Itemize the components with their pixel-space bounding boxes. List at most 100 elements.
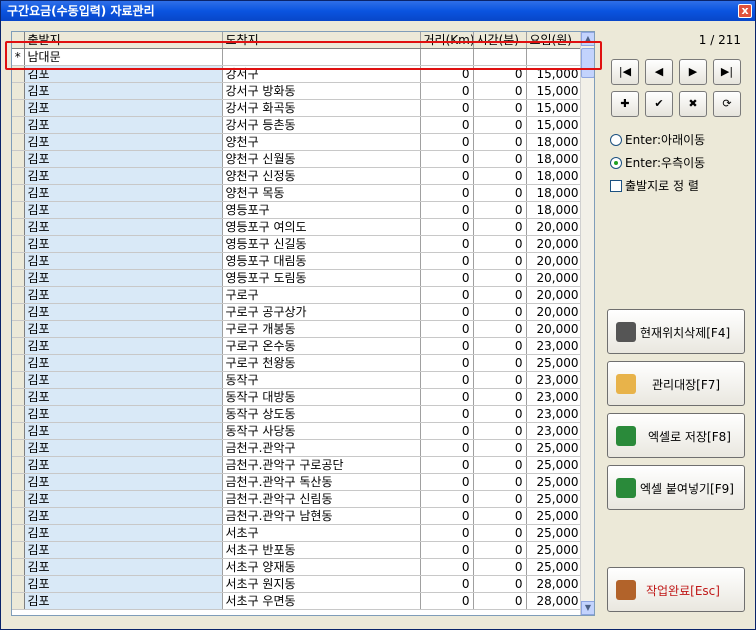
table-row[interactable]: 김포 강서구 등촌동 0 0 15,000	[12, 116, 583, 134]
row-indicator[interactable]	[12, 371, 25, 389]
vertical-scrollbar[interactable]: ▲ ▼	[580, 32, 594, 615]
table-row[interactable]: 김포 서초구 반포동 0 0 25,000	[12, 541, 583, 559]
distance-cell[interactable]: 0	[420, 201, 474, 219]
origin-cell[interactable]: 김포	[24, 235, 223, 253]
time-cell[interactable]: 0	[473, 201, 527, 219]
fare-cell[interactable]: 20,000	[526, 252, 583, 270]
row-indicator[interactable]	[12, 337, 25, 355]
row-indicator[interactable]	[12, 269, 25, 287]
destination-cell[interactable]: 구로구 공구상가	[222, 303, 421, 321]
table-row[interactable]: 김포 동작구 사당동 0 0 23,000	[12, 422, 583, 440]
destination-cell[interactable]: 금천구.관악구 독산동	[222, 473, 421, 491]
distance-cell[interactable]: 0	[420, 133, 474, 151]
scroll-down-icon[interactable]: ▼	[581, 601, 594, 615]
destination-cell[interactable]: 영등포구 도림동	[222, 269, 421, 287]
row-indicator[interactable]	[12, 388, 25, 406]
distance-cell[interactable]: 0	[420, 558, 474, 576]
time-cell[interactable]: 0	[473, 456, 527, 474]
distance-cell[interactable]: 0	[420, 371, 474, 389]
fare-cell[interactable]: 28,000	[526, 575, 583, 593]
origin-cell[interactable]: 김포	[24, 303, 223, 321]
distance-cell[interactable]: 0	[420, 218, 474, 236]
row-indicator[interactable]	[12, 490, 25, 508]
time-cell[interactable]: 0	[473, 524, 527, 542]
table-row[interactable]: 김포 금천구.관악구 남현동 0 0 25,000	[12, 507, 583, 525]
fare-cell[interactable]: 20,000	[526, 320, 583, 338]
fare-cell[interactable]: 18,000	[526, 167, 583, 185]
table-row[interactable]: 김포 구로구 개봉동 0 0 20,000	[12, 320, 583, 338]
time-cell[interactable]: 0	[473, 286, 527, 304]
next-record-button[interactable]: ▶	[679, 59, 707, 85]
origin-cell[interactable]: 김포	[24, 167, 223, 185]
table-row[interactable]: 김포 동작구 0 0 23,000	[12, 371, 583, 389]
origin-cell[interactable]: 김포	[24, 320, 223, 338]
origin-cell[interactable]: 김포	[24, 252, 223, 270]
row-indicator[interactable]	[12, 507, 25, 525]
fare-cell[interactable]: 28,000	[526, 592, 583, 610]
close-button[interactable]: x	[738, 4, 752, 18]
row-indicator[interactable]	[12, 405, 25, 423]
row-indicator[interactable]	[12, 150, 25, 168]
destination-cell[interactable]: 양천구 신월동	[222, 150, 421, 168]
row-indicator[interactable]	[12, 116, 25, 134]
origin-cell[interactable]: 김포	[24, 388, 223, 406]
distance-cell[interactable]: 0	[420, 269, 474, 287]
row-indicator[interactable]	[12, 303, 25, 321]
distance-cell[interactable]: 0	[420, 456, 474, 474]
row-indicator[interactable]	[12, 82, 25, 100]
table-row[interactable]: 김포 금천구.관악구 구로공단 0 0 25,000	[12, 456, 583, 474]
sort-by-origin-option[interactable]: 출발지로 정 렬	[610, 177, 699, 194]
distance-cell[interactable]: 0	[420, 422, 474, 440]
distance-cell[interactable]: 0	[420, 388, 474, 406]
distance-cell[interactable]: 0	[420, 116, 474, 134]
fare-cell[interactable]: 18,000	[526, 184, 583, 202]
destination-cell[interactable]: 금천구.관악구 신림동	[222, 490, 421, 508]
delete-current-button[interactable]: 현재위치삭제[F4]	[607, 309, 745, 354]
distance-cell[interactable]: 0	[420, 439, 474, 457]
origin-cell[interactable]: 김포	[24, 269, 223, 287]
fare-cell[interactable]: 18,000	[526, 133, 583, 151]
row-indicator[interactable]	[12, 201, 25, 219]
fare-cell[interactable]: 15,000	[526, 116, 583, 134]
time-cell[interactable]: 0	[473, 507, 527, 525]
time-cell[interactable]: 0	[473, 184, 527, 202]
time-cell[interactable]: 0	[473, 558, 527, 576]
time-cell[interactable]: 0	[473, 218, 527, 236]
table-row[interactable]: 김포 서초구 0 0 25,000	[12, 524, 583, 542]
origin-cell[interactable]: 김포	[24, 337, 223, 355]
table-row[interactable]: 김포 금천구.관악구 신림동 0 0 25,000	[12, 490, 583, 508]
refresh-button[interactable]: ⟳	[713, 91, 741, 117]
radio-icon[interactable]	[610, 134, 622, 146]
origin-cell[interactable]: 김포	[24, 575, 223, 593]
destination-cell[interactable]: 구로구 개봉동	[222, 320, 421, 338]
last-record-button[interactable]: ▶|	[713, 59, 741, 85]
table-row[interactable]: 김포 서초구 원지동 0 0 28,000	[12, 575, 583, 593]
time-cell[interactable]: 0	[473, 235, 527, 253]
table-row[interactable]: 김포 구로구 온수동 0 0 23,000	[12, 337, 583, 355]
origin-cell[interactable]: 김포	[24, 133, 223, 151]
destination-cell[interactable]: 구로구 온수동	[222, 337, 421, 355]
table-row[interactable]: 김포 서초구 우면동 0 0 28,000	[12, 592, 583, 610]
table-row[interactable]: 김포 구로구 천왕동 0 0 25,000	[12, 354, 583, 372]
destination-cell[interactable]: 서초구	[222, 524, 421, 542]
destination-cell[interactable]: 서초구 반포동	[222, 541, 421, 559]
table-row[interactable]: 김포 영등포구 여의도 0 0 20,000	[12, 218, 583, 236]
destination-cell[interactable]: 서초구 우면동	[222, 592, 421, 610]
destination-cell[interactable]: 동작구 상도동	[222, 405, 421, 423]
row-indicator[interactable]	[12, 541, 25, 559]
distance-cell[interactable]: 0	[420, 167, 474, 185]
distance-cell[interactable]: 0	[420, 541, 474, 559]
time-cell[interactable]: 0	[473, 592, 527, 610]
origin-cell[interactable]: 김포	[24, 218, 223, 236]
destination-cell[interactable]: 영등포구 여의도	[222, 218, 421, 236]
time-cell[interactable]: 0	[473, 490, 527, 508]
add-record-button[interactable]: ✚	[611, 91, 639, 117]
table-row[interactable]: 김포 서초구 양재동 0 0 25,000	[12, 558, 583, 576]
fare-cell[interactable]: 23,000	[526, 371, 583, 389]
table-row[interactable]: 김포 금천구.관악구 0 0 25,000	[12, 439, 583, 457]
cancel-record-button[interactable]: ✖	[679, 91, 707, 117]
fare-cell[interactable]: 25,000	[526, 524, 583, 542]
origin-cell[interactable]: 김포	[24, 592, 223, 610]
distance-cell[interactable]: 0	[420, 592, 474, 610]
distance-cell[interactable]: 0	[420, 235, 474, 253]
